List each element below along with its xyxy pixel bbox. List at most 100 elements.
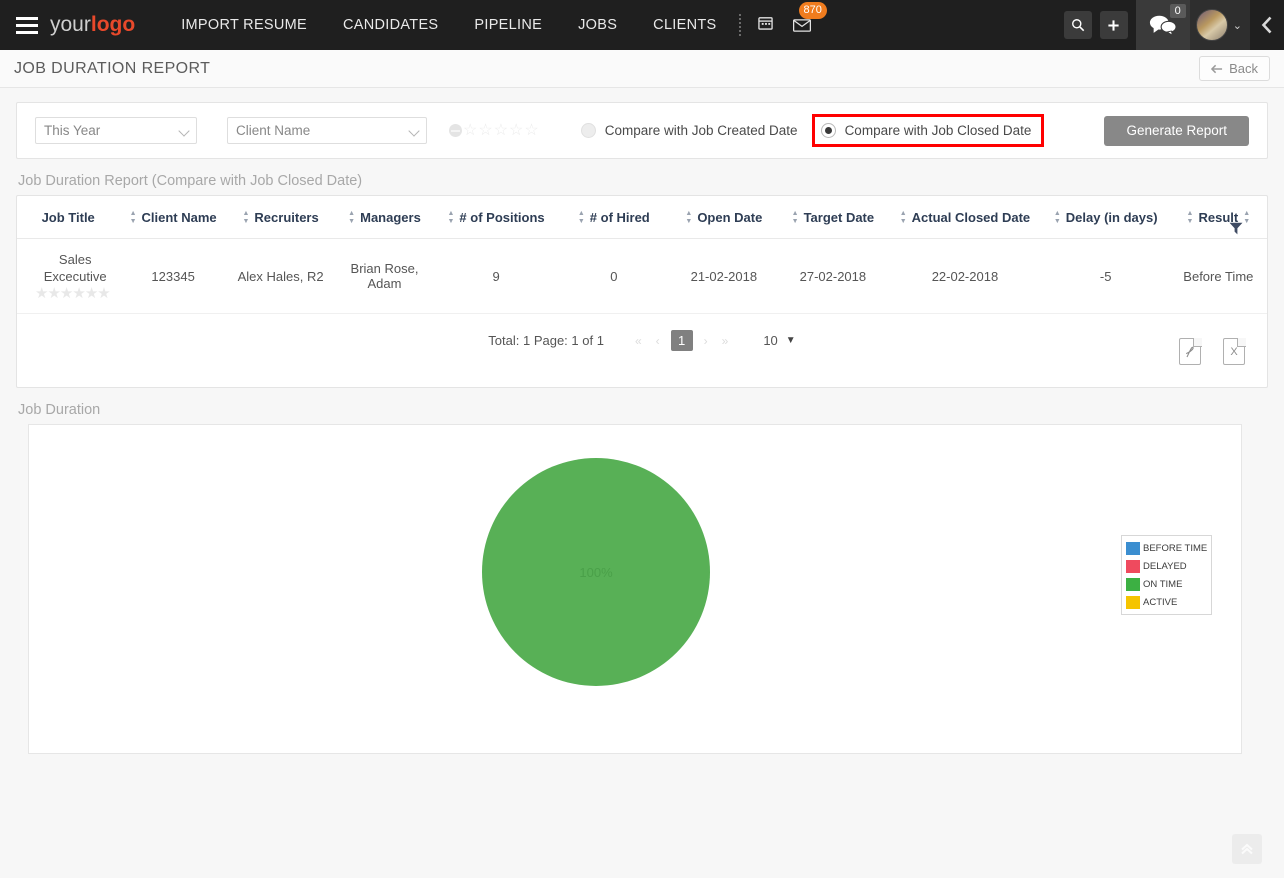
col-client-name[interactable]: ▲ ▼ Client Name <box>119 196 227 239</box>
star-icon[interactable]: ☆ <box>478 122 492 139</box>
legend-label: ACTIVE <box>1143 596 1178 608</box>
nav-item-import-resume[interactable]: IMPORT RESUME <box>163 0 325 50</box>
pagination-page-1[interactable]: 1 <box>670 330 693 351</box>
radio-label: Compare with Job Closed Date <box>844 123 1032 138</box>
client-name-select[interactable]: Client Name <box>227 117 427 144</box>
panel-collapse-icon[interactable] <box>1250 0 1284 50</box>
user-menu[interactable]: ⌄ <box>1189 0 1250 50</box>
report-section-label: Job Duration Report (Compare with Job Cl… <box>18 173 363 189</box>
pagination-prev[interactable]: ‹ <box>653 334 663 348</box>
nav-item-jobs[interactable]: JOBS <box>560 0 635 50</box>
nav-item-pipeline[interactable]: PIPELINE <box>456 0 560 50</box>
cell-job-title[interactable]: Sales Excecutive ★★★★★★ <box>17 238 120 314</box>
radio-circle-unchecked[interactable] <box>580 123 596 138</box>
column-filter-icon[interactable] <box>1229 222 1243 239</box>
client-select-wrap: Client Name <box>227 117 427 144</box>
pagination-summary: Total: 1 Page: 1 of 1 <box>488 333 604 348</box>
col-target-date[interactable]: ▲ ▼ Target Date <box>777 196 889 239</box>
row-rating-stars[interactable]: ★★★★★★ <box>35 285 111 302</box>
sort-icon[interactable]: ▲ ▼ <box>447 210 454 225</box>
back-button[interactable]: Back <box>1199 56 1270 81</box>
sort-icon[interactable]: ▲ ▼ <box>130 210 137 225</box>
sort-icon[interactable]: ▲ ▼ <box>242 210 249 225</box>
col-positions[interactable]: ▲ ▼ # of Positions <box>434 196 558 239</box>
legend-label: BEFORE TIME <box>1143 542 1208 554</box>
col-hired[interactable]: ▲ ▼ # of Hired <box>557 196 671 239</box>
legend-item-delayed[interactable]: DELAYED <box>1126 557 1207 575</box>
col-actual-closed-date[interactable]: ▲ ▼ Actual Closed Date <box>888 196 1042 239</box>
compare-mode-radio-group: Compare with Job Created Date Compare wi… <box>580 114 1045 147</box>
star-icon[interactable]: ★ <box>60 285 73 302</box>
col-recruiters[interactable]: ▲ ▼ Recruiters <box>226 196 335 239</box>
pdf-glyph <box>1185 346 1194 357</box>
add-icon[interactable] <box>1099 11 1128 39</box>
chart-legend: BEFORE TIME DELAYED ON TIME ACTIVE <box>1121 535 1213 615</box>
generate-report-button[interactable]: Generate Report <box>1104 115 1249 146</box>
table-row[interactable]: Sales Excecutive ★★★★★★ 123345 Alex Hale… <box>17 238 1267 314</box>
nav-item-candidates[interactable]: CANDIDATES <box>325 0 456 50</box>
pagination-next[interactable]: › <box>701 334 711 348</box>
star-icon[interactable]: ★ <box>47 285 60 302</box>
logo-text-primary: your <box>50 13 91 36</box>
sort-icon[interactable]: ▲ ▼ <box>1187 210 1194 225</box>
sort-icon[interactable]: ▲ ▼ <box>578 210 585 225</box>
nav-item-clients[interactable]: CLIENTS <box>635 0 734 50</box>
col-managers[interactable]: ▲ ▼ Managers <box>334 196 435 239</box>
top-navigation-bar: yourlogo IMPORT RESUME CANDIDATES PIPELI… <box>0 0 1284 50</box>
star-icon[interactable]: ★ <box>72 285 85 302</box>
cell-managers: Brian Rose, Adam <box>334 238 435 314</box>
star-icon[interactable]: ☆ <box>524 122 538 139</box>
star-icon[interactable]: ☆ <box>494 122 508 139</box>
legend-item-before-time[interactable]: BEFORE TIME <box>1126 539 1207 557</box>
no-rating-icon[interactable] <box>449 124 462 137</box>
mail-unread-badge: 870 <box>798 2 827 19</box>
funnel-glyph <box>1229 222 1243 235</box>
legend-item-on-time[interactable]: ON TIME <box>1126 575 1207 593</box>
rating-filter[interactable]: ☆ ☆ ☆ ☆ ☆ <box>449 122 539 139</box>
pie-slice-on-time[interactable]: 100% <box>482 458 710 686</box>
filter-panel: This Year Client Name ☆ ☆ ☆ ☆ ☆ Compare … <box>16 102 1268 159</box>
star-icon[interactable]: ★ <box>35 285 48 302</box>
pagination-last[interactable]: » <box>719 334 732 348</box>
mail-icon[interactable]: 870 <box>787 0 827 50</box>
period-select[interactable]: This Year <box>35 117 197 144</box>
radio-compare-job-created-date[interactable]: Compare with Job Created Date <box>580 123 798 138</box>
star-icon[interactable]: ★ <box>97 285 110 302</box>
star-icon[interactable]: ☆ <box>463 122 477 139</box>
star-icon[interactable]: ★ <box>85 285 98 302</box>
radio-circle-checked[interactable] <box>820 123 836 138</box>
legend-swatch <box>1126 595 1140 609</box>
legend-item-active[interactable]: ACTIVE <box>1126 593 1207 611</box>
hamburger-bar <box>16 23 38 27</box>
star-icon[interactable]: ☆ <box>509 122 523 139</box>
calendar-icon[interactable] <box>751 0 781 50</box>
pdf-export-icon[interactable] <box>1179 337 1202 365</box>
report-table: Job Title ▲ ▼ Client Name ▲ ▼ Recruiters ▲ ▼ M… <box>17 196 1267 314</box>
col-result[interactable]: ▲ ▼ Result ▲ ▼ <box>1169 196 1267 239</box>
sort-icon[interactable]: ▲ ▼ <box>900 210 907 225</box>
calendar-glyph <box>758 17 773 30</box>
page-size-value: 10 <box>763 333 778 348</box>
chat-messages-button[interactable]: 0 <box>1135 0 1190 50</box>
sort-icon[interactable]: ▲ ▼ <box>1243 210 1250 225</box>
scroll-to-top-button[interactable] <box>1232 834 1262 864</box>
page-size-select[interactable]: 10 ▼ <box>763 333 795 348</box>
hamburger-menu-icon[interactable] <box>0 0 44 50</box>
chart-section-label: Job Duration <box>18 402 101 418</box>
sort-icon[interactable]: ▲ ▼ <box>348 210 355 225</box>
main-nav-links: IMPORT RESUME CANDIDATES PIPELINE JOBS C… <box>163 0 827 50</box>
col-delay[interactable]: ▲ ▼ Delay (in days) <box>1041 196 1170 239</box>
search-icon[interactable] <box>1063 11 1092 39</box>
sort-icon[interactable]: ▲ ▼ <box>1054 210 1061 225</box>
sort-icon[interactable]: ▲ ▼ <box>685 210 692 225</box>
col-open-date[interactable]: ▲ ▼ Open Date <box>670 196 778 239</box>
brand-logo[interactable]: yourlogo <box>50 13 135 37</box>
radio-compare-job-closed-date[interactable]: Compare with Job Closed Date <box>820 123 1032 138</box>
col-job-title[interactable]: Job Title <box>17 196 120 239</box>
cell-hired: 0 <box>557 238 671 314</box>
sort-icon[interactable]: ▲ ▼ <box>792 210 799 225</box>
excel-export-icon[interactable]: X <box>1223 337 1246 365</box>
cell-recruiters: Alex Hales, R2 <box>226 238 335 314</box>
pagination-first[interactable]: « <box>632 334 645 348</box>
pagination: Total: 1 Page: 1 of 1 « ‹ 1 › » 10 ▼ <box>17 314 1267 351</box>
